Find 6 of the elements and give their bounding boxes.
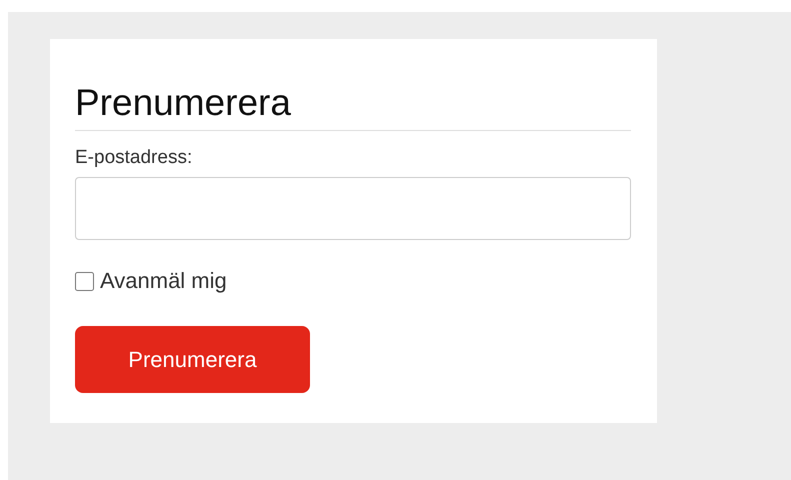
unsubscribe-label: Avanmäl mig: [100, 268, 227, 294]
form-title: Prenumerera: [75, 81, 292, 125]
email-label: E-postadress:: [75, 146, 192, 170]
unsubscribe-checkbox[interactable]: [75, 272, 94, 290]
email-field[interactable]: [75, 177, 631, 240]
subscribe-button[interactable]: Prenumerera: [75, 326, 310, 393]
